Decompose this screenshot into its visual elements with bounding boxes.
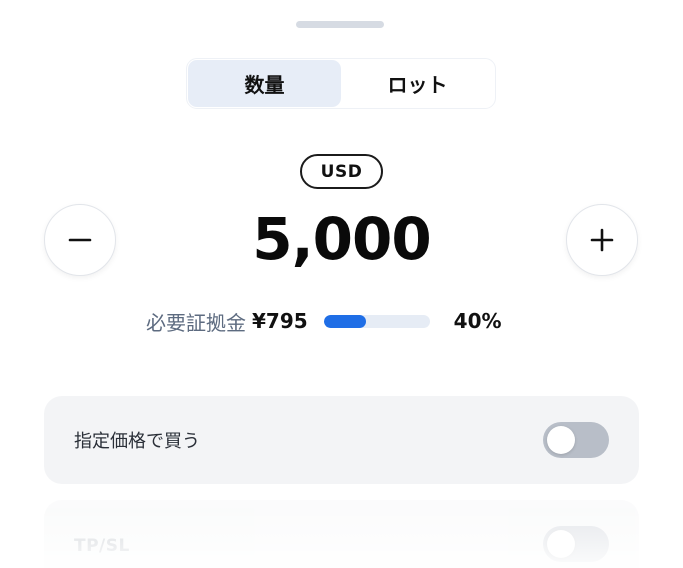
tab-quantity[interactable]: 数量	[188, 60, 341, 107]
toggle-knob	[547, 426, 575, 454]
decrease-button[interactable]	[44, 204, 116, 276]
unit-segmented-control: 数量 ロット	[186, 58, 496, 109]
currency-selector[interactable]: USD	[300, 154, 383, 189]
toggle-knob	[547, 530, 575, 558]
minus-icon	[68, 238, 92, 242]
sheet-grabber[interactable]	[296, 21, 384, 28]
plus-icon	[590, 228, 614, 252]
margin-progress-fill	[323, 314, 367, 328]
tab-lot[interactable]: ロット	[341, 60, 494, 107]
tp-sl-label: TP/SL	[74, 536, 130, 556]
required-margin-label: 必要証拠金	[146, 310, 246, 335]
limit-order-label: 指定価格で買う	[74, 431, 200, 452]
tp-sl-setting: TP/SL	[44, 500, 639, 568]
limit-order-setting: 指定価格で買う	[44, 396, 639, 484]
margin-percent: 40%	[453, 309, 502, 333]
margin-progress-bar	[323, 314, 430, 328]
limit-order-toggle[interactable]	[543, 422, 609, 458]
tp-sl-toggle[interactable]	[543, 526, 609, 562]
amount-value[interactable]: 5,000	[160, 203, 523, 275]
required-margin-value: ¥795	[252, 309, 308, 333]
required-margin-row: 必要証拠金 ¥795 40%	[146, 306, 502, 336]
increase-button[interactable]	[566, 204, 638, 276]
